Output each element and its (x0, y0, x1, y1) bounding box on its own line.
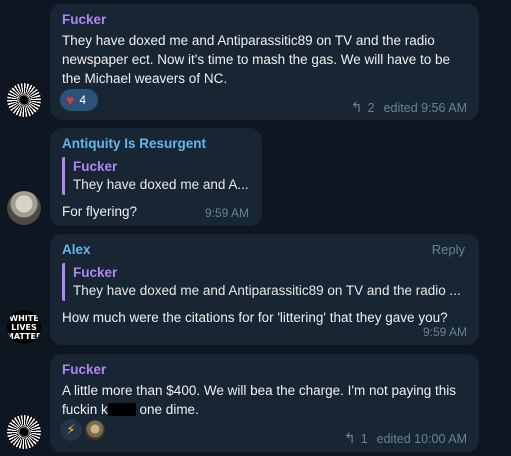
quoted-message[interactable]: Fucker They have doxed me and Antiparass… (62, 263, 469, 301)
reply-button[interactable]: Reply (432, 242, 465, 257)
avatar[interactable] (7, 415, 41, 449)
message-text-line: the Michael weavers of NC. (62, 71, 228, 86)
avatar[interactable] (7, 83, 41, 117)
avatar[interactable]: WHITE LIVES MATTER (7, 310, 41, 344)
message-bubble[interactable]: Alex Reply Fucker They have doxed me and… (50, 234, 479, 345)
message-text-line: They have doxed me and Antiparassitic89 … (62, 33, 435, 48)
reactions: ⚡ (60, 419, 105, 441)
avatar[interactable] (7, 191, 41, 225)
message-time: 9:59 AM (422, 325, 467, 339)
message-text-line: A little more than $400. We will bea the… (62, 383, 457, 398)
message-time: edited 10:00 AM (376, 431, 467, 446)
heart-icon: ♥ (66, 92, 75, 108)
reaction-count: 4 (79, 93, 86, 107)
sunburst-avatar-icon (7, 83, 41, 117)
white-lives-matter-avatar-icon: WHITE LIVES MATTER (7, 310, 41, 344)
reply-arrow-icon[interactable]: ↰ (351, 99, 363, 116)
quoted-text: They have doxed me and Antiparassitic89 … (73, 283, 461, 298)
message-bubble[interactable]: Antiquity Is Resurgent Fucker They have … (50, 128, 262, 226)
message-time: edited 9:56 AM (383, 100, 467, 115)
message-text-line: fuckin k one dime. (62, 402, 199, 417)
sticker-icon[interactable] (85, 420, 105, 440)
message-sender[interactable]: Antiquity Is Resurgent (62, 135, 252, 153)
quoted-message[interactable]: Fucker They have doxed me and A... (62, 157, 252, 195)
reaction-heart[interactable]: ♥ 4 (60, 89, 98, 111)
reply-count[interactable]: 1 (361, 432, 368, 446)
message-sender[interactable]: Alex (62, 241, 469, 259)
quoted-sender: Fucker (73, 265, 118, 280)
message-sender[interactable]: Fucker (62, 361, 469, 379)
message-text: How much were the citations for for 'lit… (62, 310, 448, 325)
reply-count[interactable]: 2 (368, 101, 375, 115)
statue-avatar-icon (7, 191, 41, 225)
sunburst-avatar-icon (7, 415, 41, 449)
quoted-text: They have doxed me and A... (73, 177, 249, 192)
quoted-sender: Fucker (73, 159, 118, 174)
message-bubble[interactable]: Fucker They have doxed me and Antiparass… (50, 4, 479, 120)
chat-history: Fucker They have doxed me and Antiparass… (0, 0, 511, 456)
message-meta: ↰ 2 edited 9:56 AM (351, 99, 467, 116)
reply-arrow-icon[interactable]: ↰ (344, 430, 356, 447)
message-sender[interactable]: Fucker (62, 11, 469, 29)
message-bubble[interactable]: Fucker A little more than $400. We will … (50, 354, 479, 452)
redaction-block (107, 403, 136, 416)
lightning-icon[interactable]: ⚡ (60, 419, 82, 441)
message-meta: ↰ 1 edited 10:00 AM (344, 430, 467, 447)
message-time: 9:59 AM (204, 206, 249, 220)
message-text-line: newspaper ect. Now it's time to mash the… (62, 52, 451, 67)
